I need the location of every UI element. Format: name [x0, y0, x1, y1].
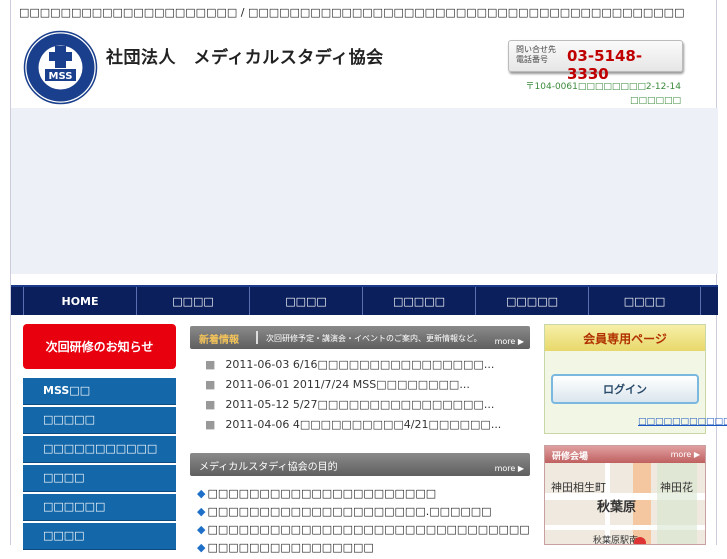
arrow-right-icon: ▶ — [517, 464, 524, 473]
map-label: 秋葉原 — [597, 499, 636, 515]
nav-item-5[interactable]: □□□□□ — [475, 287, 588, 315]
side-menu-item[interactable]: □□□□ — [23, 465, 176, 492]
news-more-link[interactable]: more ▶ — [495, 337, 524, 346]
phone-number: 03-5148-3330 — [567, 47, 643, 83]
header-tagline: □□□□□□□□□□□□□□□□□□□□□ / □□□□□□□□□□□□□□□□… — [19, 6, 685, 19]
diamond-bullet-icon: ◆ — [197, 487, 206, 500]
purpose-title: メディカルスタディ協会の目的 — [199, 462, 338, 473]
list-item: ◆ □□□□□□□□□□□□□□□□□□□□□□ — [197, 487, 437, 500]
list-item: ◆ □□□□□□□□□□□□□□□□□□□□□.□□□□□□ — [197, 505, 492, 518]
next-training-notice-button[interactable]: 次回研修のお知らせ — [23, 324, 176, 369]
nav-item-6[interactable]: □□□□ — [588, 287, 701, 315]
side-menu-item[interactable]: MSS□□ — [23, 378, 176, 405]
members-page-panel: 会員専用ページ ログイン □□□□□□□□□□□ — [544, 324, 727, 434]
page-container: □□□□□□□□□□□□□□□□□□□□□ / □□□□□□□□□□□□□□□□… — [10, 0, 727, 554]
bullet-icon: ■ — [205, 378, 216, 391]
diamond-bullet-icon: ◆ — [197, 541, 206, 554]
purpose-more-link[interactable]: more ▶ — [495, 464, 524, 473]
address-line-2: □□□□□□ — [629, 96, 681, 106]
main-navigation: HOME □□□□ □□□□ □□□□□ □□□□□ □□□□ — [11, 285, 718, 315]
side-menu-item[interactable]: □□□□□□□□□□□ — [23, 436, 176, 463]
bullet-icon: ■ — [205, 358, 216, 371]
diamond-bullet-icon: ◆ — [197, 523, 206, 536]
purpose-section-header: メディカルスタディ協会の目的 more ▶ — [190, 453, 530, 476]
contact-phone-box: 問い合せ先 電話番号 03-5148-3330 — [508, 40, 683, 83]
members-link[interactable]: □□□□□□□□□□□ — [638, 417, 727, 427]
purpose-list: ◆ □□□□□□□□□□□□□□□□□□□□□□ ◆ □□□□□□□□□□□□□□□… — [197, 487, 530, 559]
bullet-icon: ■ — [205, 418, 216, 431]
map-label: 神田花 — [660, 480, 693, 494]
news-list: ■ 2011-06-03 6/16□□□□□□□□□□□□□□□□... ■ 201… — [205, 358, 530, 438]
header-divider — [256, 331, 258, 344]
list-item: ◆ □□□□□□□□□□□□□□□□ — [197, 541, 374, 554]
bullet-icon: ■ — [205, 398, 216, 411]
login-button[interactable]: ログイン — [551, 374, 699, 404]
nav-home[interactable]: HOME — [23, 287, 136, 315]
news-section-header: 新着情報 次回研修予定・講演会・イベントのご案内、更新情報など。 more ▶ — [190, 326, 530, 349]
mss-logo[interactable]: MSS — [23, 30, 98, 105]
venue-more-link[interactable]: more ▶ — [671, 450, 700, 459]
organization-name: 社団法人 メディカルスタディ協会 — [106, 48, 384, 68]
nav-item-2[interactable]: □□□□ — [136, 287, 249, 315]
map-label: 神田相生町 — [551, 480, 606, 494]
contact-label: 問い合せ先 電話番号 — [516, 45, 556, 64]
list-item[interactable]: ■ 2011-06-03 6/16□□□□□□□□□□□□□□□□... — [205, 358, 530, 378]
list-item[interactable]: ■ 2011-06-01 2011/7/24 MSS□□□□□□□□... — [205, 378, 530, 398]
venue-map-panel: 研修会場 more ▶ 神田相生町 神田花 秋葉原 秋葉原駅南 — [544, 445, 706, 545]
side-menu-item[interactable]: □□□□ — [23, 523, 176, 550]
news-tag: 新着情報 — [199, 335, 239, 346]
side-menu-item[interactable]: □□□□□ — [23, 407, 176, 434]
news-subtitle: 次回研修予定・講演会・イベントのご案内、更新情報など。 — [266, 334, 482, 343]
side-menu: MSS□□ □□□□□ □□□□□□□□□□□ □□□□ □□□□□□ □□□□ — [23, 378, 176, 552]
logo-text: MSS — [49, 71, 73, 82]
hero-banner — [11, 108, 718, 274]
list-item: ◆ □□□□□□□□□□□□□□□□□□□□□□□□□□□□□□□□ — [197, 523, 530, 536]
diamond-bullet-icon: ◆ — [197, 505, 206, 518]
address-line-1: 〒104-0061□□□□□□□□2-12-14 — [525, 82, 681, 92]
nav-item-3[interactable]: □□□□ — [249, 287, 362, 315]
venue-map[interactable]: 神田相生町 神田花 秋葉原 秋葉原駅南 — [545, 463, 706, 545]
side-menu-item[interactable]: □□□□□□ — [23, 494, 176, 521]
arrow-right-icon: ▶ — [517, 337, 524, 346]
nav-item-4[interactable]: □□□□□ — [362, 287, 475, 315]
members-panel-title: 会員専用ページ — [545, 325, 705, 351]
map-label: 秋葉原駅南 — [593, 534, 638, 545]
venue-title: 研修会場 — [552, 452, 589, 462]
venue-panel-header: 研修会場 more ▶ — [545, 446, 705, 463]
address: 〒104-0061□□□□□□□□2-12-14 □□□□□□ — [526, 80, 681, 108]
list-item[interactable]: ■ 2011-04-06 4□□□□□□□□□□4/21□□□□□□... — [205, 418, 530, 438]
list-item[interactable]: ■ 2011-05-12 5/27□□□□□□□□□□□□□□□□... — [205, 398, 530, 418]
